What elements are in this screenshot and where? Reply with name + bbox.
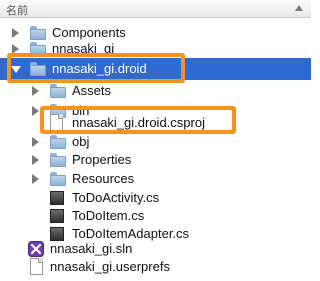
document-file-icon <box>30 258 43 275</box>
disclosure-triangle-icon[interactable] <box>12 28 19 38</box>
column-header[interactable]: 名前 <box>0 0 311 18</box>
solution-icon <box>28 241 44 257</box>
tree-item-label: ToDoActivity.cs <box>72 190 160 205</box>
tree-item-label: nnasaki_gi.droid.csproj <box>72 115 205 130</box>
folder-icon <box>30 42 46 56</box>
tree-item-userprefs[interactable]: nnasaki_gi.userprefs <box>0 256 311 278</box>
csharp-file-icon <box>50 191 64 205</box>
disclosure-triangle-icon[interactable] <box>32 174 39 184</box>
tree-item-label: Resources <box>72 171 135 186</box>
disclosure-triangle-icon[interactable] <box>32 155 39 165</box>
sort-ascending-icon[interactable] <box>295 5 303 11</box>
folder-icon <box>30 62 46 76</box>
tree-item-label: Properties <box>72 152 132 167</box>
disclosure-triangle-icon[interactable] <box>12 44 19 54</box>
tree-item-assets[interactable]: Assets <box>0 80 311 102</box>
folder-icon <box>50 84 66 98</box>
folder-icon <box>50 172 66 186</box>
tree-item-label: nnasaki_gi.sln <box>50 241 133 256</box>
tree-item-nnasaki-gi[interactable]: nnasaki_gi <box>0 38 311 60</box>
folder-icon <box>50 135 66 149</box>
tree-item-label: nnasaki_gi <box>52 41 115 56</box>
disclosure-triangle-icon[interactable] <box>32 86 39 96</box>
document-file-icon <box>50 114 63 131</box>
tree-item-label: nnasaki_gi.userprefs <box>50 259 170 274</box>
disclosure-triangle-icon[interactable] <box>32 137 39 147</box>
csharp-file-icon <box>50 209 64 223</box>
file-browser: 名前 Components nnasaki_gi nnasaki_gi.droi… <box>0 0 311 281</box>
tree-item-label: nnasaki_gi.droid <box>52 61 147 76</box>
tree-item-label: obj <box>72 134 90 149</box>
tree-item-nnasaki-gi-droid[interactable]: nnasaki_gi.droid <box>0 58 311 80</box>
disclosure-triangle-open-icon[interactable] <box>11 66 21 73</box>
name-column-label: 名前 <box>6 5 28 17</box>
folder-icon <box>50 153 66 167</box>
tree-item-label: Assets <box>72 83 112 98</box>
tree-item-label: ToDoItem.cs <box>72 208 145 223</box>
